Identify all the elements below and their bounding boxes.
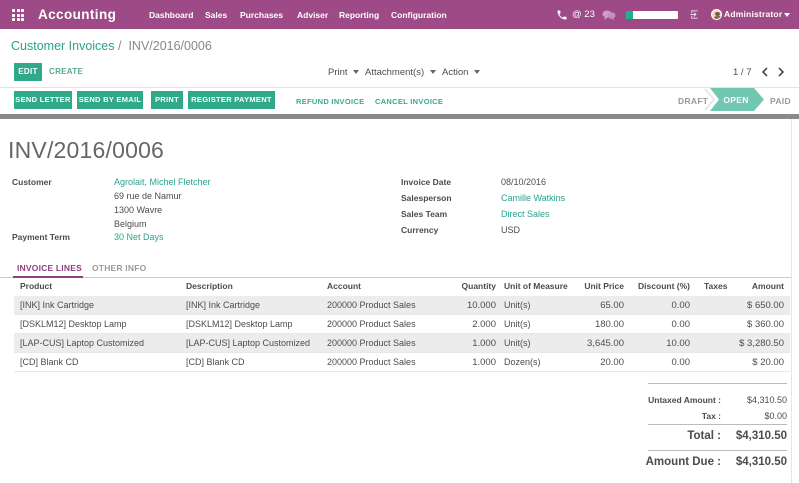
svg-text:OPEN: OPEN <box>723 95 748 105</box>
